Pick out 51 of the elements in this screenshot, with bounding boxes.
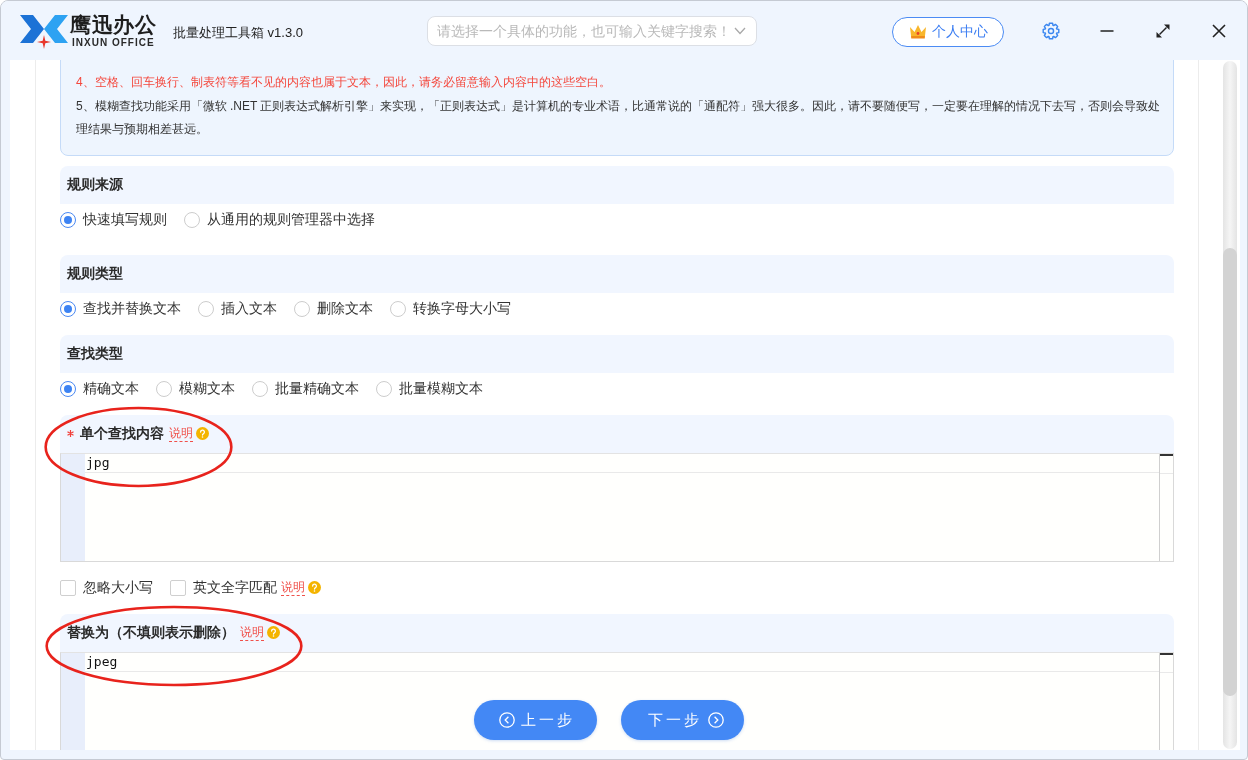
radio-button[interactable] [198,300,214,317]
brand-name: 鹰迅办公 [70,13,156,37]
radio-button[interactable] [60,300,76,317]
help-link[interactable]: 说明 [281,579,305,596]
chevron-right-icon [707,712,724,728]
crown-icon [908,23,928,40]
radio-button[interactable] [376,380,392,397]
radio-label[interactable]: 转换字母大小写 [413,299,511,318]
chevron-left-icon [498,712,515,728]
note-text: 5、模糊查找功能采用「微软 .NET 正则表达式解析引擎」来实现，「正则表达式」是计算机的专业术语，比通常说的「通配符」强大很多。因此，请不要随便写，一定要在理解的情况下去写，否则会导致处理结果与预期相差甚远。 [76,97,1162,138]
radio-label[interactable]: 从通用的规则管理器中选择 [207,210,375,229]
chevron-down-icon[interactable] [734,26,746,35]
app-title: 批量处理工具箱 v1.3.0 [173,23,304,42]
scrollbar-track[interactable] [1223,61,1237,749]
radio-button[interactable] [184,211,200,228]
maximize-icon[interactable] [1156,23,1170,38]
account-button[interactable]: 个人中心 [892,16,1004,47]
warning-text: 4、空格、回车换行、制表符等看不见的内容也属于文本，因此，请务必留意输入内容中的这些空白。 [76,74,612,91]
radio-button[interactable] [60,380,76,397]
radio-label[interactable]: 批量精确文本 [275,379,359,398]
radio-label[interactable]: 精确文本 [83,379,139,398]
radio-button[interactable] [252,380,268,397]
radio-button[interactable] [294,300,310,317]
help-icon[interactable] [267,626,280,639]
radio-button[interactable] [390,300,406,317]
checkbox-label[interactable]: 忽略大小写 [83,578,153,597]
radio-label[interactable]: 插入文本 [221,299,277,318]
radio-label[interactable]: 批量模糊文本 [399,379,483,398]
radio-label[interactable]: 快速填写规则 [83,210,167,229]
section-title: 单个查找内容 [80,424,164,443]
checkbox[interactable] [60,579,76,596]
radio-label[interactable]: 模糊文本 [179,379,235,398]
brand-tagline: INXUN OFFICE [72,37,156,49]
help-icon[interactable] [308,581,321,594]
section-title: 替换为（不填则表示删除） [67,623,235,642]
radio-label[interactable]: 查找并替换文本 [83,299,181,318]
text-input-area[interactable]: jpg [60,452,1174,562]
section-title: 规则类型 [67,264,123,283]
scrollbar-thumb[interactable] [1223,248,1237,696]
help-icon[interactable] [196,427,209,440]
close-icon[interactable] [1212,23,1226,38]
radio-label[interactable]: 删除文本 [317,299,373,318]
radio-button[interactable] [60,211,76,228]
section-title: 规则来源 [67,175,123,194]
section-title: 查找类型 [67,344,123,363]
logo-icon [18,12,70,49]
radio-button[interactable] [156,380,172,397]
checkbox-label[interactable]: 英文全字匹配 [193,578,277,597]
settings-icon[interactable] [1042,21,1060,40]
search-field[interactable]: 请选择一个具体的功能，也可输入关键字搜索！ [427,15,757,46]
checkbox[interactable] [170,579,186,596]
